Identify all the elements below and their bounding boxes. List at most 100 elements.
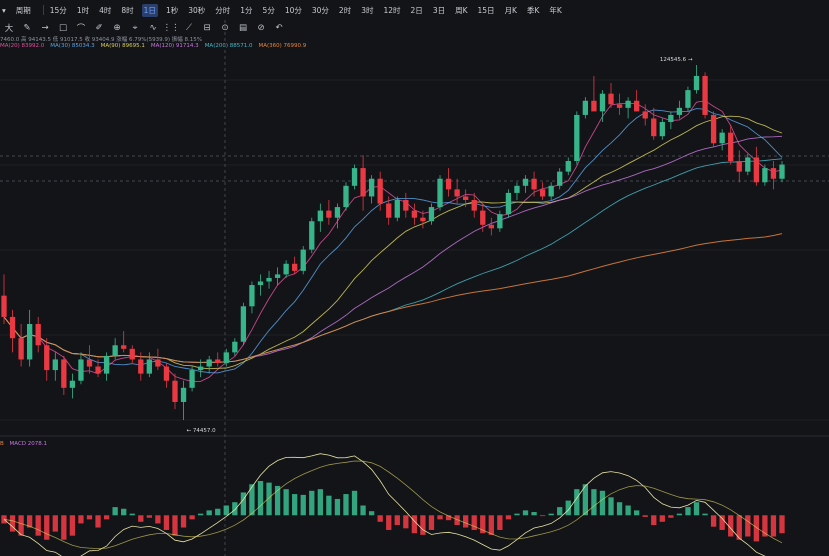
macd-bar (206, 510, 212, 516)
macd-bar (770, 515, 777, 537)
macd-bar (411, 515, 418, 534)
candle-body (779, 164, 785, 179)
candle-body (386, 203, 392, 218)
macd-bar (326, 495, 332, 516)
macd-bar (437, 515, 443, 520)
macd-bar (232, 502, 238, 516)
candle-body (403, 199, 409, 211)
macd-bar (343, 494, 349, 516)
macd-bar (215, 508, 221, 516)
macd-bar (599, 490, 606, 516)
candle-body (35, 324, 41, 346)
candle-body (266, 277, 272, 282)
macd-bar (351, 490, 358, 516)
candle-body (112, 345, 118, 356)
candle-body (9, 316, 16, 339)
macd-bar (616, 502, 623, 516)
candle-body (557, 171, 563, 186)
macd-bar (634, 510, 640, 516)
macd-bar (155, 515, 161, 524)
macd-bar (317, 489, 323, 516)
macd-bar (61, 515, 67, 540)
macd-bar (386, 515, 392, 530)
macd-bar (121, 508, 127, 516)
low-price-label: ← 74457.0 (187, 428, 217, 434)
macd-bar (642, 515, 648, 517)
macd-bar (531, 512, 537, 516)
candle-body (488, 224, 494, 229)
ma-line (3, 233, 783, 363)
candle-body (548, 185, 554, 197)
candle-body (326, 210, 332, 218)
macd-bar (651, 515, 657, 526)
candle-body (428, 207, 435, 222)
candle-body (257, 281, 264, 286)
macd-bar (360, 505, 366, 516)
candle-body (232, 341, 238, 353)
ma-line (3, 108, 783, 374)
candle-body (463, 196, 469, 200)
price-chart[interactable]: 124545.6 → ← 74457.0 (0, 0, 829, 556)
macd-bar (368, 511, 375, 516)
candle-body (651, 118, 657, 137)
macd-bar (514, 513, 520, 516)
candle-body (497, 214, 503, 229)
macd-bar (163, 515, 170, 530)
macd-bar (146, 515, 152, 518)
macd-bar (779, 515, 785, 534)
candle-body (351, 168, 358, 186)
candle-body (44, 345, 50, 371)
candle-body (770, 168, 777, 179)
macd-bar (685, 507, 691, 516)
candle-body (728, 132, 734, 162)
high-price-label: 124545.6 → (660, 57, 693, 63)
macd-bar (428, 515, 435, 530)
candle-body (189, 370, 195, 388)
macd-bar (129, 513, 135, 516)
macd-bar (394, 515, 400, 526)
macd-bar (668, 515, 674, 518)
candle-body (377, 178, 383, 204)
candle-body (591, 100, 597, 112)
candle-body (736, 161, 742, 172)
candle-body (480, 210, 486, 225)
macd-bar (86, 515, 93, 520)
macd-bar (574, 489, 580, 516)
candle-body (659, 122, 665, 137)
macd-bar (44, 515, 50, 540)
ma-line (3, 158, 783, 363)
macd-bar (69, 515, 76, 536)
candle-body (642, 111, 648, 119)
candle-body (522, 178, 529, 186)
candle-body (762, 168, 768, 183)
candle-body (668, 114, 674, 123)
candle-body (215, 359, 221, 363)
candle-body (565, 161, 571, 172)
candle-body (531, 178, 537, 190)
macd-bar (403, 515, 409, 529)
macd-bar (189, 515, 195, 520)
macd-bar (608, 497, 614, 516)
candle-body (608, 93, 614, 105)
candle-body (274, 274, 281, 278)
macd-bar (172, 515, 178, 536)
macd-bar (659, 515, 665, 522)
macd-bar (138, 515, 144, 522)
candle-body (368, 178, 375, 197)
macd-bar (197, 513, 204, 516)
candle-body (26, 324, 33, 360)
candle-body (103, 355, 110, 374)
macd-bar (257, 481, 264, 516)
candle-body (574, 114, 580, 162)
macd-bar (702, 513, 708, 516)
macd-bar (471, 515, 477, 530)
candle-body (539, 189, 546, 197)
candle-body (616, 104, 623, 108)
macd-bar (591, 489, 597, 516)
candle-body (121, 345, 127, 349)
candle-body (249, 285, 255, 307)
macd-bar (52, 515, 58, 532)
candle-body (180, 387, 187, 402)
macd-bar (240, 492, 247, 516)
candle-body (283, 263, 289, 275)
